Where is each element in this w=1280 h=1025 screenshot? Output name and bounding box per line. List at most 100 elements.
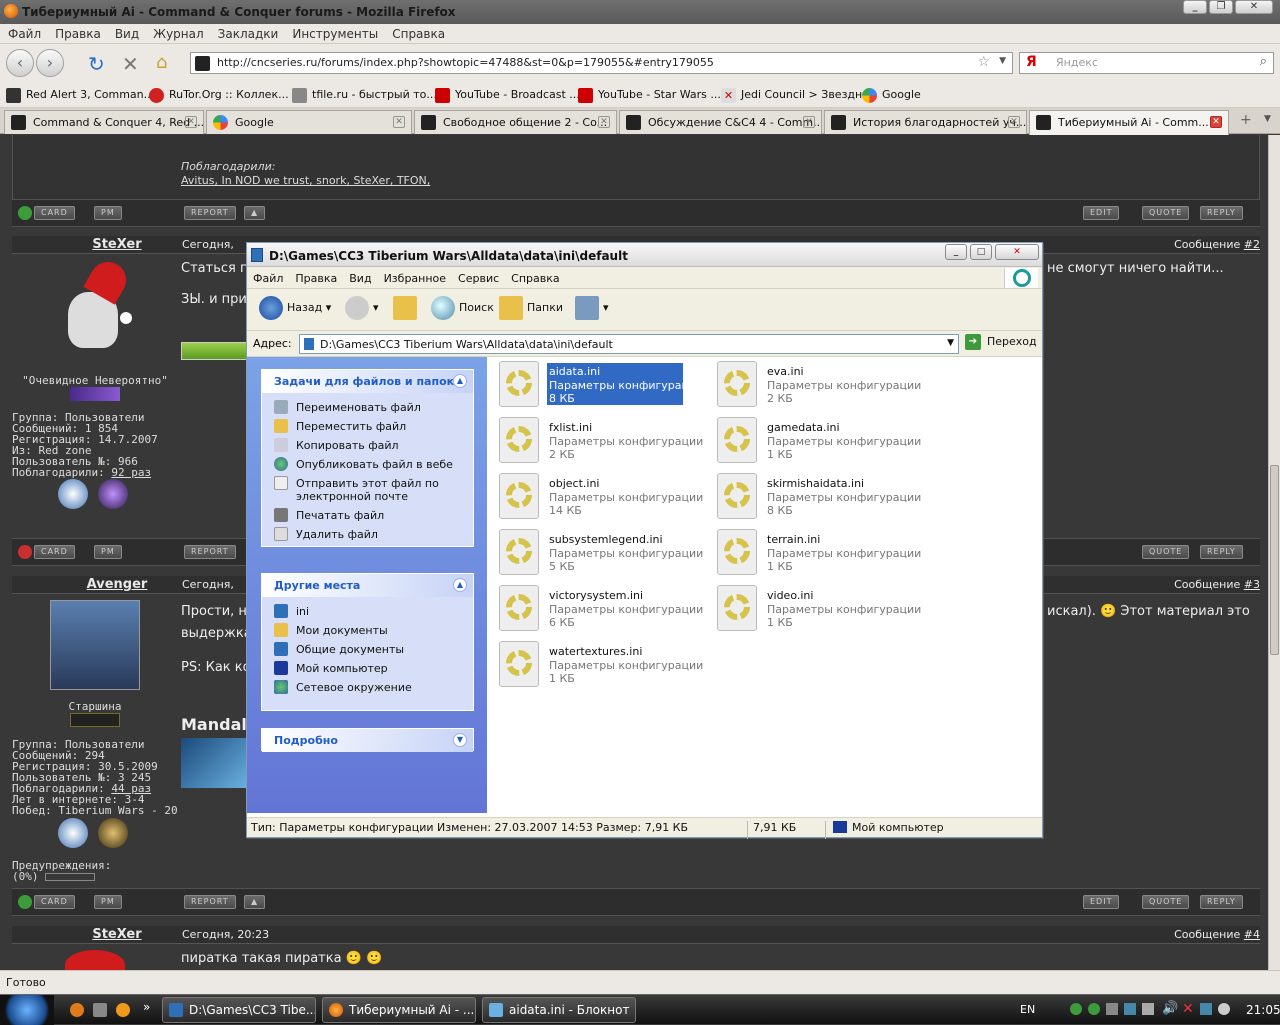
reply-button[interactable]: REPLY bbox=[1200, 206, 1243, 220]
file-item[interactable]: object.ini Параметры конфигурации 14 КБ bbox=[487, 471, 703, 523]
tray-icon[interactable] bbox=[1106, 1003, 1118, 1015]
thanked-users[interactable]: Avitus, In NOD we trust, snork, SteXer, … bbox=[181, 174, 430, 187]
menu-view[interactable]: Вид bbox=[107, 24, 145, 41]
menu-tools[interactable]: Сервис bbox=[452, 267, 505, 285]
close-button[interactable]: ✕ bbox=[995, 244, 1039, 260]
quicklaunch-more-icon[interactable]: » bbox=[143, 1000, 150, 1014]
task-rename[interactable]: Переименовать файл bbox=[262, 397, 473, 416]
dropdown-icon[interactable]: ▼ bbox=[947, 338, 954, 348]
folders-button[interactable]: Папки bbox=[499, 296, 563, 320]
dropdown-icon[interactable]: ▼ bbox=[999, 56, 1006, 66]
menu-history[interactable]: Журнал bbox=[145, 24, 210, 41]
tab[interactable]: История благодарностей уч... ✕ bbox=[824, 110, 1027, 134]
clock[interactable]: 21:05 bbox=[1246, 1003, 1280, 1017]
menu-tools[interactable]: Инструменты bbox=[284, 24, 384, 41]
stop-icon[interactable]: ✕ bbox=[122, 52, 139, 76]
file-item[interactable]: watertextures.ini Параметры конфигурации 1… bbox=[487, 639, 703, 691]
file-tasks-header[interactable]: Задачи для файлов и папок ▲ bbox=[262, 370, 473, 393]
task-publish[interactable]: Опубликовать файл в вебе bbox=[262, 454, 473, 473]
file-item[interactable]: victorysystem.ini Параметры конфигурации 6… bbox=[487, 583, 703, 635]
card-button[interactable]: CARD bbox=[34, 895, 75, 909]
search-icon[interactable]: ⌕ bbox=[1260, 54, 1267, 69]
minimize-button[interactable]: _ bbox=[1183, 0, 1207, 14]
quicklaunch-icon[interactable] bbox=[116, 1003, 130, 1017]
address-input[interactable]: D:\Games\CC3 Tiberium Wars\Alldata\data\… bbox=[299, 334, 959, 354]
minimize-button[interactable]: _ bbox=[945, 244, 967, 260]
details-header[interactable]: Подробно ▼ bbox=[262, 729, 473, 752]
pm-button[interactable]: PM bbox=[94, 895, 122, 909]
card-button[interactable]: CARD bbox=[34, 206, 75, 220]
bookmark-item[interactable]: ✕ Jedi Council > Звездн... bbox=[721, 88, 873, 103]
menu-help[interactable]: Справка bbox=[384, 24, 451, 41]
taskbar-item-notepad[interactable]: aidata.ini - Блокнот bbox=[482, 997, 636, 1023]
back-button[interactable]: Назад ▾ bbox=[259, 296, 331, 320]
post-author[interactable]: SteXer bbox=[62, 927, 172, 942]
tab-close-icon[interactable]: ✕ bbox=[1210, 116, 1222, 128]
tab[interactable]: Свободное общение 2 - Co... ✕ bbox=[414, 110, 617, 134]
forward-button[interactable]: ▾ bbox=[345, 296, 379, 320]
tab-close-icon[interactable]: ✕ bbox=[598, 116, 610, 128]
file-item[interactable]: fxlist.ini Параметры конфигурации 2 КБ bbox=[487, 415, 703, 467]
tray-icon[interactable] bbox=[1070, 1003, 1082, 1015]
task-delete[interactable]: Удалить файл bbox=[262, 524, 473, 543]
report-button[interactable]: REPORT bbox=[184, 545, 236, 559]
language-indicator[interactable]: EN bbox=[1020, 1003, 1035, 1016]
task-copy[interactable]: Копировать файл bbox=[262, 435, 473, 454]
antivirus-icon[interactable]: ✕ bbox=[1182, 1001, 1194, 1017]
search-button[interactable]: Поиск bbox=[431, 296, 494, 320]
start-button[interactable] bbox=[0, 995, 54, 1025]
reply-button[interactable]: REPLY bbox=[1200, 895, 1243, 909]
views-button[interactable]: ▾ bbox=[575, 296, 609, 320]
pm-button[interactable]: PM bbox=[94, 206, 122, 220]
quicklaunch-icon[interactable] bbox=[70, 1003, 84, 1017]
place-shared-documents[interactable]: Общие документы bbox=[262, 639, 473, 658]
place-my-documents[interactable]: Мои документы bbox=[262, 620, 473, 639]
tab-close-icon[interactable]: ✕ bbox=[1008, 116, 1020, 128]
quote-button[interactable]: QUOTE bbox=[1142, 895, 1190, 909]
tab-close-icon[interactable]: ✕ bbox=[185, 116, 197, 128]
top-button[interactable]: ▲ bbox=[244, 206, 266, 220]
bookmark-item[interactable]: tfile.ru - быстрый то... bbox=[292, 88, 437, 103]
reply-button[interactable]: REPLY bbox=[1200, 545, 1243, 559]
place-network[interactable]: Сетевое окружение bbox=[262, 677, 473, 696]
file-item[interactable]: video.ini Параметры конфигурации 1 КБ bbox=[705, 583, 921, 635]
volume-icon[interactable]: 🔊 bbox=[1162, 1001, 1178, 1016]
menu-bookmarks[interactable]: Закладки bbox=[210, 24, 285, 41]
file-item[interactable]: gamedata.ini Параметры конфигурации 1 КБ bbox=[705, 415, 921, 467]
search-input[interactable]: Я Яндекс ⌕ bbox=[1019, 52, 1274, 74]
menu-file[interactable]: Файл bbox=[247, 267, 289, 285]
menu-edit[interactable]: Правка bbox=[289, 267, 343, 285]
place-ini[interactable]: ini bbox=[262, 601, 473, 620]
file-item[interactable]: eva.ini Параметры конфигурации 2 КБ bbox=[705, 359, 921, 411]
file-item[interactable]: subsystemlegend.ini Параметры конфигураци… bbox=[487, 527, 703, 579]
tray-icon[interactable] bbox=[1142, 1003, 1154, 1015]
forward-button[interactable]: › bbox=[36, 49, 64, 77]
post-author[interactable]: Avenger bbox=[62, 577, 172, 592]
quote-button[interactable]: QUOTE bbox=[1142, 206, 1190, 220]
new-tab-button[interactable]: + bbox=[1240, 112, 1252, 128]
tab[interactable]: Command & Conquer 4, Red ... ✕ bbox=[4, 110, 204, 134]
quote-button[interactable]: QUOTE bbox=[1142, 545, 1190, 559]
menu-file[interactable]: Файл bbox=[0, 24, 47, 41]
yandex-icon[interactable]: Я bbox=[1026, 54, 1037, 70]
tab-close-icon[interactable]: ✕ bbox=[803, 116, 815, 128]
file-item[interactable]: terrain.ini Параметры конфигурации 1 КБ bbox=[705, 527, 921, 579]
task-move[interactable]: Переместить файл bbox=[262, 416, 473, 435]
scrollbar-thumb[interactable] bbox=[1270, 465, 1279, 655]
other-places-header[interactable]: Другие места ▲ bbox=[262, 574, 473, 597]
place-my-computer[interactable]: Мой компьютер bbox=[262, 658, 473, 677]
tab[interactable]: Google ✕ bbox=[206, 110, 412, 134]
menu-view[interactable]: Вид bbox=[343, 267, 377, 285]
menu-favorites[interactable]: Избранное bbox=[378, 267, 452, 285]
top-button[interactable]: ▲ bbox=[244, 895, 266, 909]
star-icon[interactable]: ☆ bbox=[977, 54, 990, 70]
taskbar-item-firefox[interactable]: Тибериумный Ai - ... bbox=[322, 997, 476, 1023]
tray-icon[interactable] bbox=[1200, 1003, 1212, 1015]
tab-list-icon[interactable]: ▼ bbox=[1264, 114, 1271, 124]
pm-button[interactable]: PM bbox=[94, 545, 122, 559]
bookmark-item[interactable]: RuTor.Org :: Коллек... bbox=[149, 88, 289, 103]
bookmark-item[interactable]: YouTube - Star Wars ... bbox=[578, 88, 721, 103]
page-scrollbar[interactable] bbox=[1268, 135, 1280, 970]
post-author[interactable]: SteXer bbox=[62, 237, 172, 252]
tray-icon[interactable] bbox=[1088, 1003, 1100, 1015]
